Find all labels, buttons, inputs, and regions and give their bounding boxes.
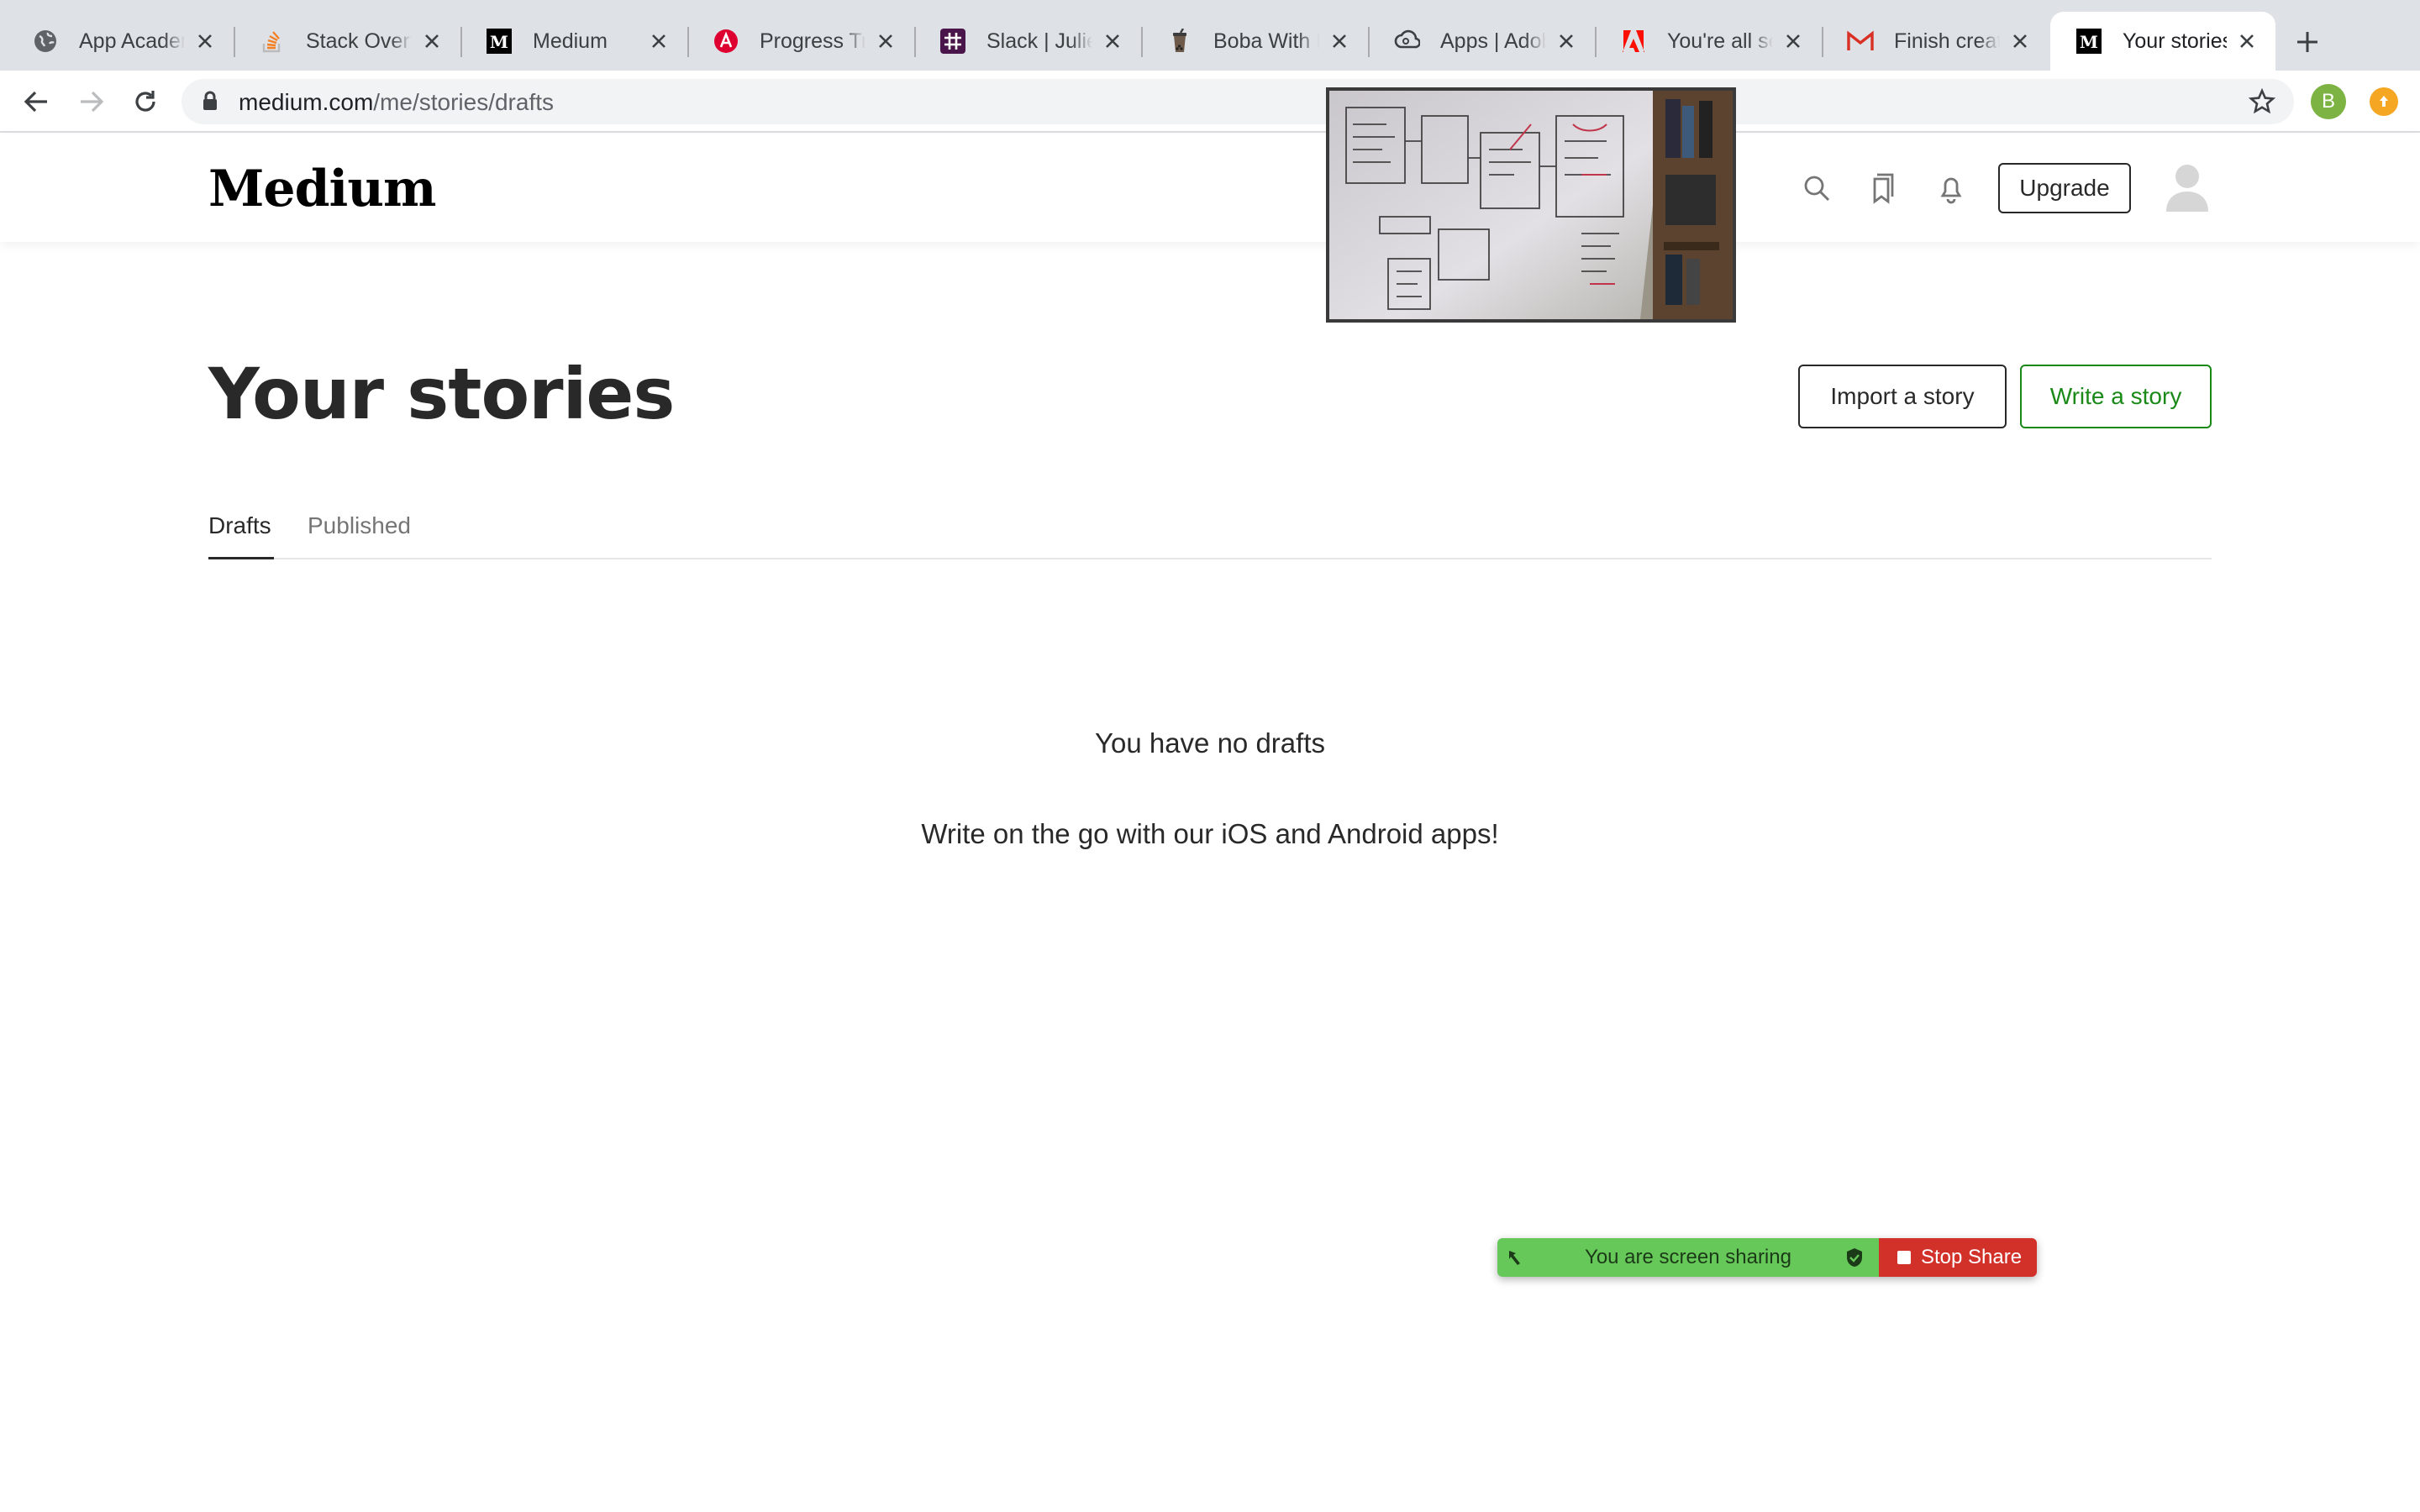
browser-tab-app-academy[interactable]: App Academy — [7, 12, 235, 71]
tab-title: Medium — [533, 29, 608, 53]
tab-title: Slack | Juliet — [986, 29, 1092, 53]
close-icon[interactable] — [1781, 29, 1805, 53]
browser-tab-gmail[interactable]: Finish creating — [1822, 12, 2049, 71]
tab-title: Finish creating — [1894, 29, 2000, 53]
medium-logo[interactable]: Medium — [208, 160, 436, 218]
screen-share-status-text: You are screen sharing — [1585, 1246, 1791, 1268]
browser-toolbar: medium.com/me/stories/drafts — [0, 71, 2420, 133]
reload-button[interactable] — [128, 84, 163, 119]
write-story-button[interactable]: Write a story — [2020, 365, 2212, 428]
close-icon[interactable] — [1101, 29, 1124, 53]
whiteboard-video-frame — [1329, 91, 1733, 319]
empty-state-title: You have no drafts — [1095, 727, 1325, 759]
arrow-right-icon — [81, 91, 104, 113]
url-path: /me/stories/drafts — [373, 89, 554, 115]
bookmark-star-icon[interactable] — [2248, 87, 2276, 119]
tab-title: App Academy — [79, 29, 185, 53]
tab-published[interactable]: Published — [308, 507, 425, 559]
extension-icon[interactable] — [2370, 87, 2398, 116]
angular-icon — [713, 28, 739, 55]
back-button[interactable] — [18, 84, 54, 119]
site-header: Medium Upgrade — [0, 134, 2420, 242]
shield-check-icon — [1845, 1247, 1864, 1272]
tab-title: Boba With B — [1213, 29, 1319, 53]
browser-tab-slack[interactable]: Slack | Juliet — [914, 12, 1143, 71]
browser-tab-medium[interactable]: M Medium — [460, 12, 689, 71]
boba-icon — [1166, 28, 1193, 55]
browser-tab-adobe-apps[interactable]: Apps | Adobe — [1368, 12, 1597, 71]
svg-text:M: M — [490, 32, 508, 52]
stop-share-label: Stop Share — [1921, 1246, 2023, 1268]
browser-tab-your-stories[interactable]: M Your stories — [2050, 12, 2275, 71]
stop-share-button[interactable]: Stop Share — [1879, 1238, 2037, 1277]
browser-tab-stack-overflow[interactable]: Stack Overflow — [234, 12, 462, 71]
new-tab-button[interactable] — [2291, 25, 2324, 59]
stories-tab-bar: Drafts Published — [208, 507, 2212, 559]
browser-tab-strip: App Academy Stack Overflow M Medium Prog… — [0, 0, 2420, 71]
stackoverflow-icon — [259, 28, 286, 55]
page-title: Your stories — [208, 353, 675, 435]
arrow-left-icon — [24, 91, 47, 113]
search-icon[interactable] — [1798, 170, 1835, 207]
globe-icon — [32, 28, 59, 55]
bookmarks-icon[interactable] — [1864, 170, 1901, 207]
screen-share-status[interactable]: You are screen sharing — [1497, 1238, 1879, 1277]
reload-icon — [135, 91, 155, 112]
medium-icon: M — [2075, 28, 2102, 55]
tab-title: You're all set — [1667, 29, 1773, 53]
upgrade-button[interactable]: Upgrade — [1998, 163, 2131, 213]
stop-square-icon — [1897, 1251, 1911, 1264]
close-icon[interactable] — [1328, 29, 1351, 53]
close-icon[interactable] — [874, 29, 897, 53]
user-avatar-icon[interactable] — [2161, 160, 2213, 215]
tab-title: Your stories — [2123, 29, 2227, 53]
screen-share-bar: You are screen sharing Stop Share — [1497, 1238, 2037, 1277]
tab-title: Stack Overflow — [306, 29, 412, 53]
import-story-button[interactable]: Import a story — [1798, 365, 2007, 428]
close-icon[interactable] — [647, 29, 671, 53]
notifications-bell-icon[interactable] — [1933, 170, 1970, 207]
browser-tab-adobe-setup[interactable]: You're all set — [1595, 12, 1823, 71]
tab-title: Apps | Adobe — [1440, 29, 1546, 53]
close-icon[interactable] — [2235, 29, 2259, 53]
close-icon[interactable] — [1555, 29, 1578, 53]
video-preview[interactable] — [1326, 87, 1736, 323]
profile-avatar[interactable]: B — [2311, 84, 2346, 119]
adobe-icon — [1620, 28, 1647, 55]
tab-drafts[interactable]: Drafts — [208, 507, 274, 559]
slack-icon — [939, 28, 966, 55]
close-icon[interactable] — [420, 29, 444, 53]
url-text: medium.com/me/stories/drafts — [239, 89, 554, 116]
lock-icon — [202, 91, 218, 115]
empty-state-subtitle: Write on the go with our iOS and Android… — [921, 818, 1499, 849]
forward-button[interactable] — [74, 84, 109, 119]
creative-cloud-icon — [1393, 28, 1420, 55]
browser-tab-boba[interactable]: Boba With B — [1141, 12, 1370, 71]
medium-icon: M — [486, 28, 513, 55]
plus-icon — [2297, 32, 2317, 52]
browser-tab-progress-tracker[interactable]: Progress Tracker — [687, 12, 916, 71]
address-bar[interactable]: medium.com/me/stories/drafts — [182, 79, 2294, 124]
svg-text:M: M — [2080, 32, 2098, 52]
close-icon[interactable] — [193, 29, 217, 53]
gmail-icon — [1847, 28, 1874, 55]
close-icon[interactable] — [2008, 29, 2032, 53]
tab-title: Progress Tracker — [760, 29, 865, 53]
url-domain: medium.com — [239, 89, 374, 115]
